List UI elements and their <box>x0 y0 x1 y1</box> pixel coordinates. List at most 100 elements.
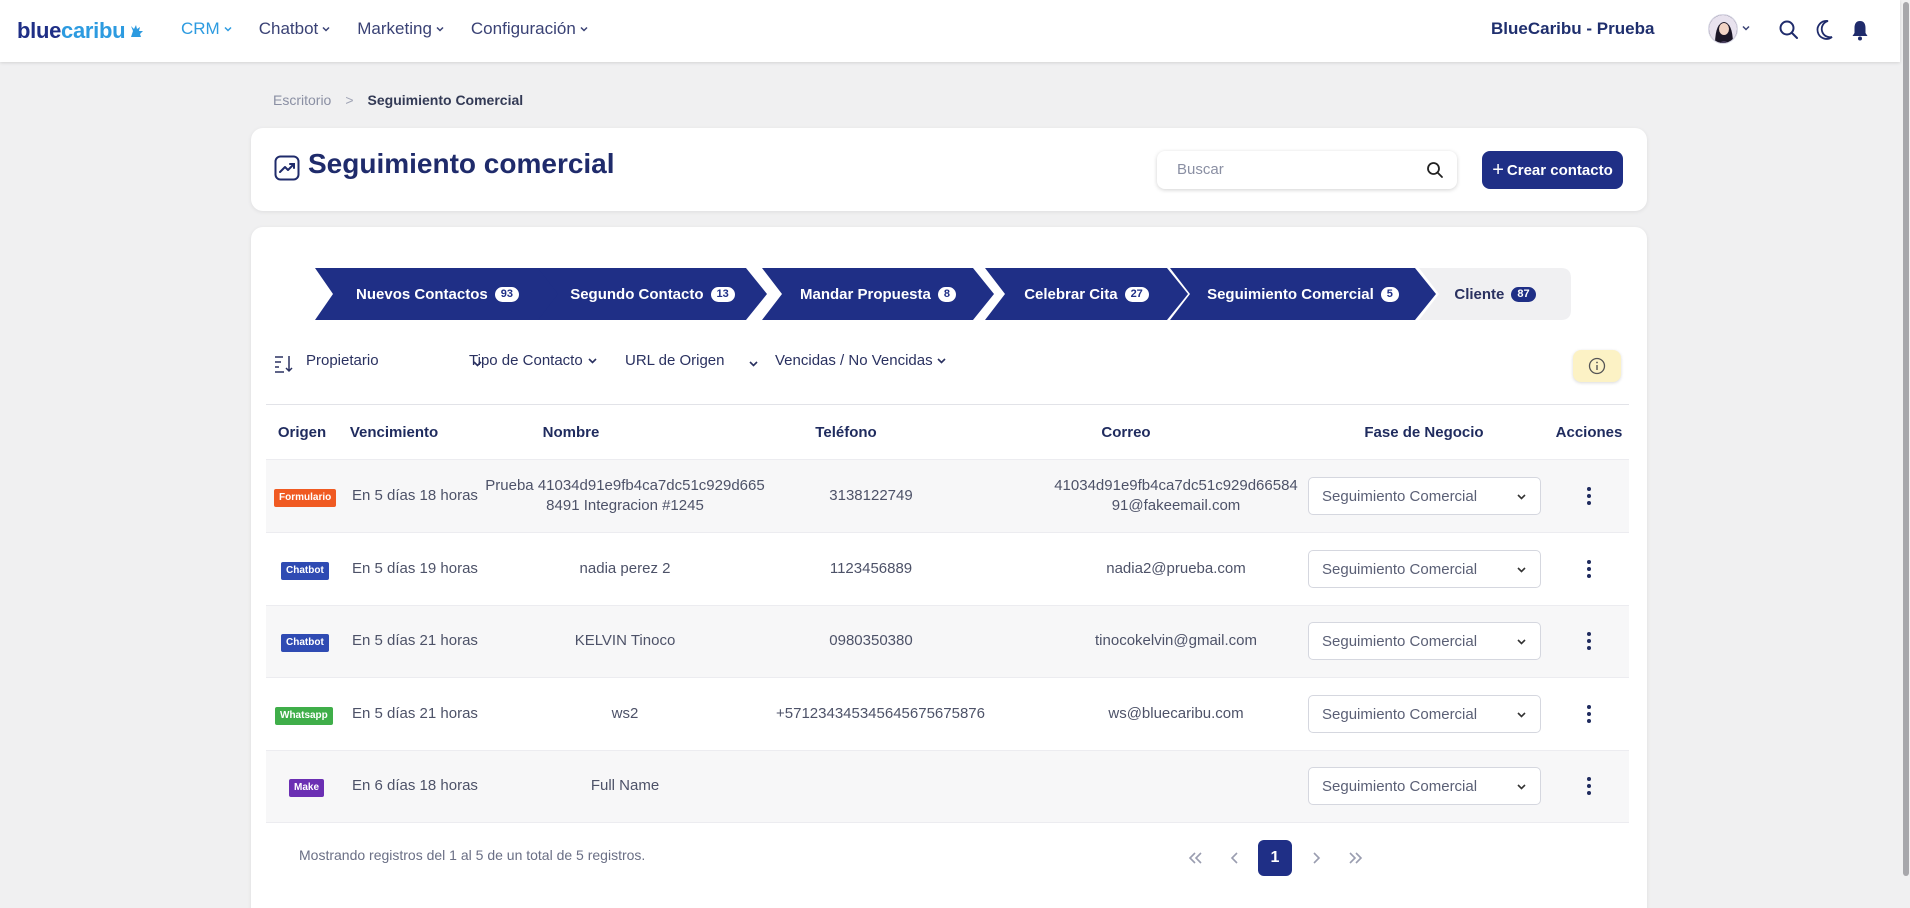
dark-mode-moon-icon[interactable] <box>1815 19 1835 41</box>
stage-mandar-propuesta[interactable]: Mandar Propuesta 8 <box>762 268 994 320</box>
bluecaribu-logo[interactable]: blue caribu <box>17 18 146 44</box>
name-line: Prueba 41034d91e9fb4ca7dc51c929d665 <box>485 477 765 494</box>
plus-icon: + <box>1492 158 1504 181</box>
column-header-due[interactable]: Vencimiento <box>330 424 458 441</box>
origin-badge: Formulario <box>274 489 337 507</box>
row-actions-menu-icon[interactable] <box>1581 776 1597 796</box>
sort-icon[interactable] <box>274 355 294 373</box>
filter-owner-label: Propietario <box>306 352 379 369</box>
row-actions-menu-icon[interactable] <box>1581 631 1597 651</box>
business-stage-select[interactable]: Seguimiento Comercial <box>1308 622 1541 660</box>
account-name[interactable]: BlueCaribu - Prueba <box>1491 19 1654 39</box>
stage-count-badge: 13 <box>710 286 735 302</box>
due-cell: En 5 días 19 horas <box>352 560 478 577</box>
page-scrollbar[interactable] <box>1902 0 1910 908</box>
last-page-icon[interactable] <box>1338 840 1372 876</box>
column-header-stage[interactable]: Fase de Negocio <box>1334 424 1514 441</box>
business-stage-select[interactable]: Seguimiento Comercial <box>1308 767 1541 805</box>
main-nav: CRM Chatbot Marketing Configuración <box>181 0 615 58</box>
top-navbar: blue caribu CRM Chatbot Marketing Configu… <box>0 0 1900 62</box>
row-actions-menu-icon[interactable] <box>1581 704 1597 724</box>
column-header-origin[interactable]: Origen <box>274 424 330 441</box>
stage-label: Mandar Propuesta <box>800 285 931 303</box>
stage-celebrar-cita[interactable]: Celebrar Cita 27 <box>985 268 1188 320</box>
divider <box>266 404 1629 405</box>
business-stage-value: Seguimiento Comercial <box>1322 560 1478 578</box>
business-stage-select[interactable]: Seguimiento Comercial <box>1308 477 1541 515</box>
name-cell[interactable]: KELVIN Tinoco <box>476 631 774 651</box>
table-header: Origen Vencimiento Nombre Teléfono Corre… <box>266 418 1629 448</box>
name-cell[interactable]: Prueba 41034d91e9fb4ca7dc51c929d665 8491… <box>476 476 774 516</box>
row-actions-menu-icon[interactable] <box>1581 559 1597 579</box>
chevron-down-icon[interactable] <box>1741 24 1751 32</box>
search-icon[interactable] <box>1426 161 1444 179</box>
nav-item-label: Configuración <box>470 19 576 38</box>
row-actions-menu-icon[interactable] <box>1581 486 1597 506</box>
nav-item-label: CRM <box>181 19 220 38</box>
stage-label: Seguimiento Comercial <box>1207 285 1374 303</box>
column-header-name[interactable]: Nombre <box>478 424 664 441</box>
trending-chart-icon <box>274 155 300 181</box>
business-stage-value: Seguimiento Comercial <box>1322 632 1478 650</box>
pipeline-stages: Nuevos Contactos 93 Segundo Contacto 13 Ma… <box>315 268 1571 320</box>
nav-item-crm[interactable]: CRM <box>181 19 233 39</box>
name-cell[interactable]: Full Name <box>476 776 774 796</box>
origin-badge: Make <box>289 779 325 797</box>
email-line: 91@fakeemail.com <box>1111 497 1241 514</box>
stage-segundo-contacto[interactable]: Segundo Contacto 13 <box>538 268 767 320</box>
next-page-icon[interactable] <box>1299 840 1333 876</box>
nav-item-marketing[interactable]: Marketing <box>357 19 445 39</box>
info-button[interactable] <box>1573 350 1621 382</box>
chevron-down-icon <box>224 26 232 32</box>
page-header-card: Seguimiento comercial + Crear contacto <box>251 128 1647 211</box>
email-line: 41034d91e9fb4ca7dc51c929d66584 <box>1054 477 1298 494</box>
info-icon <box>1588 357 1606 375</box>
stage-count-badge: 5 <box>1380 286 1399 302</box>
due-cell: En 5 días 21 horas <box>352 632 478 649</box>
stage-count-badge: 93 <box>494 286 519 302</box>
stage-nuevos-contactos[interactable]: Nuevos Contactos 93 <box>315 268 560 320</box>
chevron-down-icon <box>937 357 946 364</box>
stage-label: Segundo Contacto <box>570 285 704 303</box>
first-page-icon[interactable] <box>1179 840 1213 876</box>
email-cell: ws@bluecaribu.com <box>1108 705 1244 722</box>
due-cell: En 5 días 21 horas <box>352 705 478 722</box>
nav-item-chatbot[interactable]: Chatbot <box>259 19 332 39</box>
stage-seguimiento-comercial[interactable]: Seguimiento Comercial 5 <box>1170 268 1436 320</box>
table-row[interactable]: Chatbot En 5 días 21 horas KELVIN Tinoco… <box>266 606 1629 678</box>
table-row[interactable]: Formulario En 5 días 18 horas Prueba 410… <box>266 460 1629 532</box>
notification-bell-icon[interactable] <box>1851 19 1869 41</box>
name-cell[interactable]: ws2 <box>476 704 774 724</box>
origin-badge: Whatsapp <box>275 707 333 725</box>
table-row[interactable]: Whatsapp En 5 días 21 horas ws2 +5712343… <box>266 678 1629 750</box>
email-cell: tinocokelvin@gmail.com <box>1095 632 1257 649</box>
phone-cell: 3138122749 <box>829 487 913 504</box>
previous-page-icon[interactable] <box>1218 840 1252 876</box>
column-header-actions: Acciones <box>1555 424 1623 441</box>
filter-owner-select[interactable]: Propietario <box>306 352 486 369</box>
page-number-button[interactable]: 1 <box>1258 840 1292 876</box>
breadcrumb-home[interactable]: Escritorio <box>273 92 331 108</box>
business-stage-select[interactable]: Seguimiento Comercial <box>1308 550 1541 588</box>
filter-due-select[interactable]: Vencidas / No Vencidas <box>775 352 947 369</box>
name-cell[interactable]: nadia perez 2 <box>476 559 774 579</box>
chevron-down-icon <box>1517 567 1526 573</box>
filter-origin-url-select[interactable]: URL de Origen <box>625 352 760 369</box>
search-icon[interactable] <box>1778 19 1800 41</box>
phone-cell: 0980350380 <box>829 632 913 649</box>
avatar[interactable] <box>1708 14 1738 44</box>
create-contact-button[interactable]: + Crear contacto <box>1482 151 1623 189</box>
search-field[interactable] <box>1157 151 1457 189</box>
stage-cliente[interactable]: Cliente 87 <box>1419 268 1571 320</box>
filter-contact-type-select[interactable]: Tipo de Contacto <box>469 352 598 369</box>
records-summary: Mostrando registros del 1 al 5 de un tot… <box>299 847 646 863</box>
table-row[interactable]: Chatbot En 5 días 19 horas nadia perez 2… <box>266 533 1629 605</box>
business-stage-select[interactable]: Seguimiento Comercial <box>1308 695 1541 733</box>
chevron-down-icon <box>749 361 758 367</box>
search-input[interactable] <box>1177 161 1407 178</box>
nav-item-configuracion[interactable]: Configuración <box>471 19 589 39</box>
column-header-phone[interactable]: Teléfono <box>786 424 906 441</box>
column-header-email[interactable]: Correo <box>1066 424 1186 441</box>
scrollbar-thumb[interactable] <box>1903 2 1909 876</box>
table-row[interactable]: Make En 6 días 18 horas Full Name Seguim… <box>266 751 1629 823</box>
